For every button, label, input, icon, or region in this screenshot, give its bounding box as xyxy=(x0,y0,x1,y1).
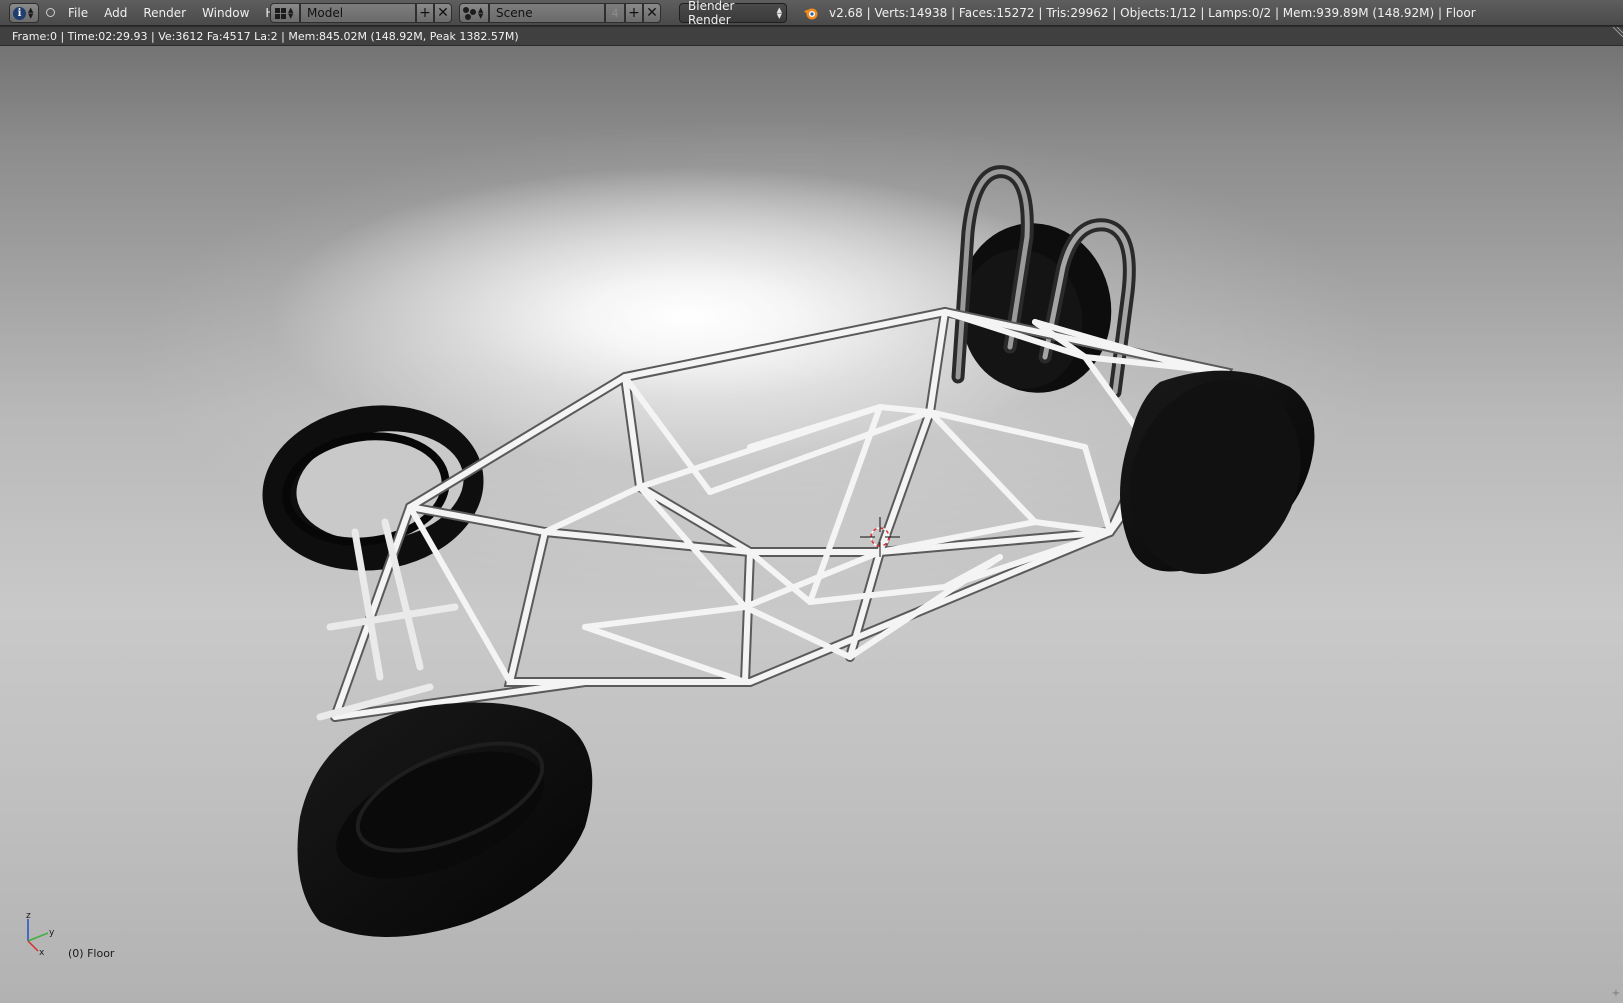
menu-file[interactable]: File xyxy=(60,6,96,20)
active-object-label: (0) Floor xyxy=(68,947,115,960)
screen-layout-selector[interactable]: ▲ ▼ xyxy=(270,3,300,23)
plus-icon: + xyxy=(419,5,431,21)
add-screen-button[interactable]: + xyxy=(416,3,434,23)
menu-add[interactable]: Add xyxy=(96,6,135,20)
render-engine-label: Blender Render xyxy=(688,0,735,27)
toolshelf-toggle-icon[interactable]: + xyxy=(2,48,12,58)
blender-logo-icon xyxy=(804,8,818,20)
plus-icon: + xyxy=(628,5,640,21)
scene-users-count: 4 xyxy=(605,3,625,23)
scene-name-field[interactable]: Scene xyxy=(489,3,605,23)
axis-label-x: x xyxy=(39,948,45,957)
delete-screen-button[interactable]: ✕ xyxy=(434,3,452,23)
kart-frame-model[interactable] xyxy=(0,27,1623,1003)
area-split-corner-icon[interactable] xyxy=(1611,27,1623,46)
delete-scene-button[interactable]: ✕ xyxy=(643,3,661,23)
render-info-bar: Frame:0 | Time:02:29.93 | Ve:3612 Fa:451… xyxy=(0,27,1623,46)
menu-render[interactable]: Render xyxy=(135,6,194,20)
tire-front-right[interactable] xyxy=(297,702,593,938)
scene-selector[interactable]: ▲ ▼ xyxy=(459,3,489,23)
editor-type-selector[interactable]: i ▲ ▼ xyxy=(9,3,39,23)
close-icon: ✕ xyxy=(646,5,658,21)
updown-arrows-icon: ▲ ▼ xyxy=(478,6,484,20)
close-icon: ✕ xyxy=(437,5,449,21)
axis-label-z: z xyxy=(26,911,31,921)
area-corner-icon[interactable]: + xyxy=(1611,989,1621,999)
tire-rear-right[interactable] xyxy=(1098,352,1331,603)
screen-layout-icon xyxy=(275,7,286,19)
chassis-frame xyxy=(316,306,1234,722)
axis-gizmo-icon: z y x xyxy=(26,911,55,957)
scene-statistics: v2.68 | Verts:14938 | Faces:15272 | Tris… xyxy=(829,6,1476,20)
render-engine-dropdown[interactable]: Blender Render ▲ ▼ xyxy=(679,0,787,27)
tire-front-left[interactable] xyxy=(252,391,495,584)
axis-label-y: y xyxy=(49,928,55,938)
main-menu: File Add Render Window Help xyxy=(60,0,301,26)
info-icon: i xyxy=(13,6,26,20)
screen-layout-name-field[interactable]: Model xyxy=(300,3,416,23)
collapse-menus-icon[interactable] xyxy=(46,8,55,17)
properties-toggle-icon[interactable]: + xyxy=(1611,48,1621,58)
updown-arrows-icon: ▲ ▼ xyxy=(288,6,294,20)
scene-icon xyxy=(463,6,476,20)
add-scene-button[interactable]: + xyxy=(625,3,643,23)
3d-viewport[interactable]: Frame:0 | Time:02:29.93 | Ve:3612 Fa:451… xyxy=(0,27,1623,1003)
info-header: i ▲▼ File Add Render Window Help ▲▼ Mode… xyxy=(0,0,1623,27)
menu-window[interactable]: Window xyxy=(194,6,257,20)
updown-arrows-icon: ▲ ▼ xyxy=(28,6,34,20)
updown-arrows-icon: ▲ ▼ xyxy=(776,6,782,20)
